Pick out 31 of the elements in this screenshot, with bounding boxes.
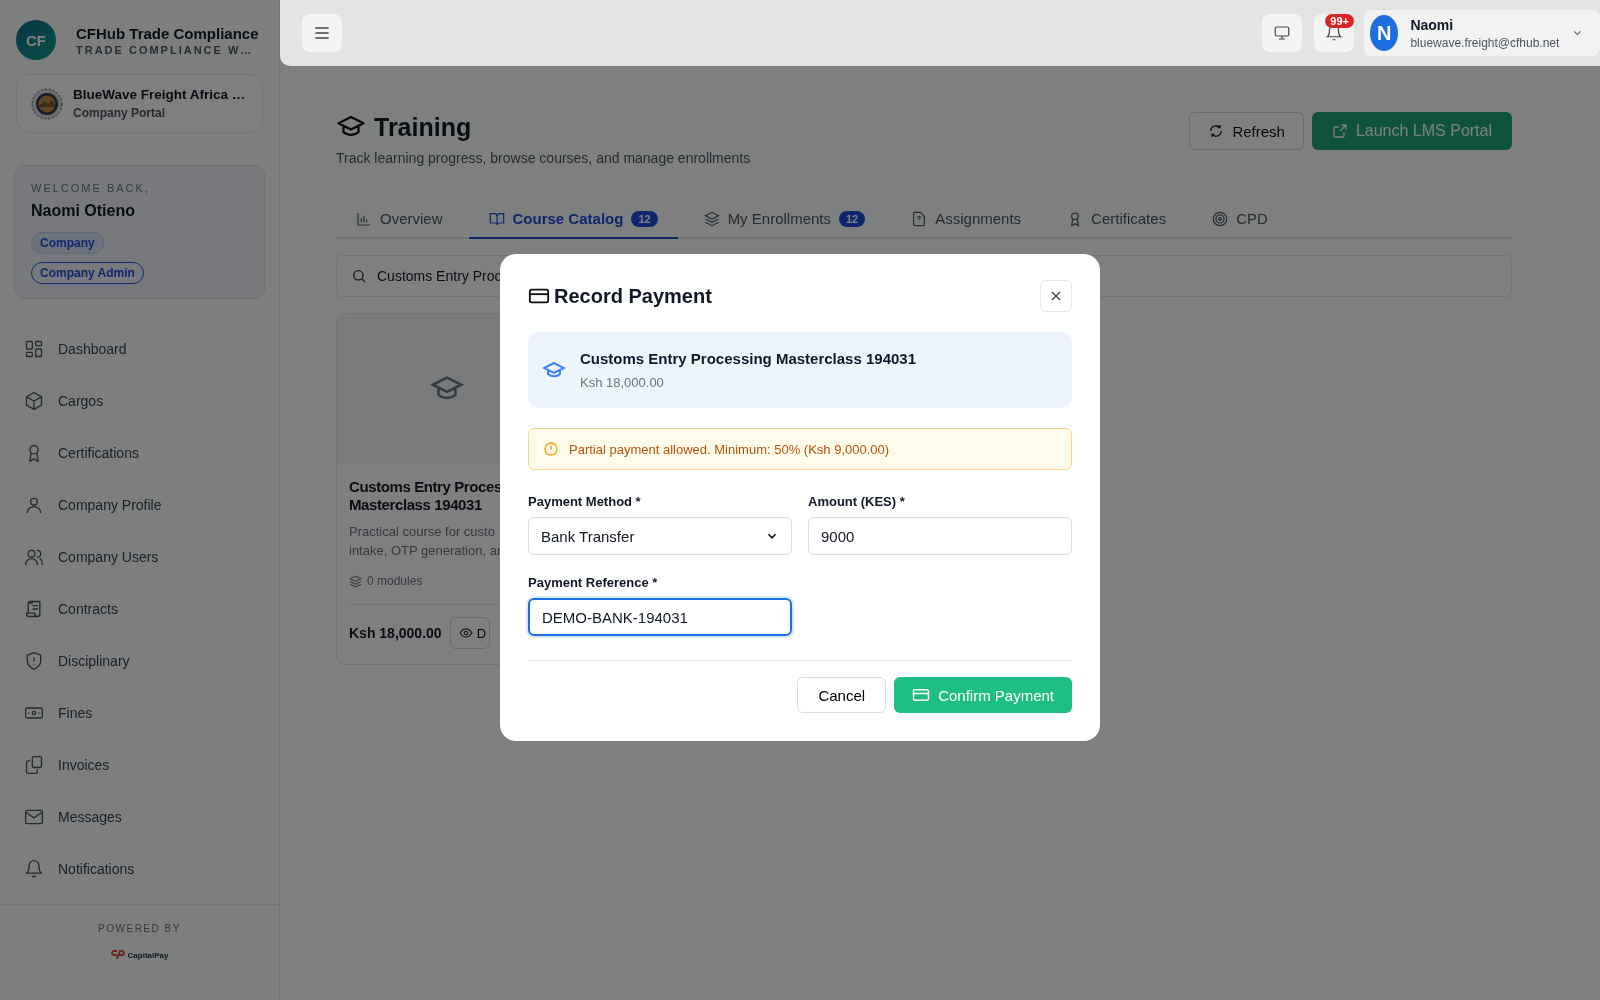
welcome-label: WELCOME BACK, [31,182,151,194]
module-count: 0 modules [367,574,423,588]
page-title: Training [374,112,472,142]
field-label: Payment Method * [528,494,642,509]
brand-subtitle: TRADE COMPLIANCE W… [76,43,255,56]
course-description: Practical course for custo [349,523,495,541]
user-email: bluewave.freight@cfhub.net [1410,35,1560,50]
count-badge: 12 [631,210,658,227]
role-badge: Company [31,232,104,254]
user-name: Naomi [1410,16,1455,33]
user-name: Naomi Otieno [31,202,136,220]
course-description: intake, OTP generation, ar [349,542,502,560]
brand-title: CFHub Trade Compliance [76,24,259,42]
course-title: Customs Entry Proces [349,478,502,496]
count-badge: 12 [839,210,866,227]
alert-text: Partial payment allowed. Minimum: 50% (Ksh 9,000.00) [569,441,890,457]
powered-by-label: POWERED BY [98,923,181,934]
course-price: Ksh 18,000.00 [580,375,665,390]
capitalpay-logo: CapitalPay [127,950,169,960]
notification-badge: 99+ [1325,14,1354,28]
dialog-title: Record Payment [554,284,712,308]
company-name: BlueWave Freight Africa … [73,87,246,102]
course-price: Ksh 18,000.00 [349,625,442,641]
company-role: Company Portal [73,106,166,120]
course-name: Customs Entry Processing Masterclass 194031 [580,350,916,367]
user-avatar: N [1370,15,1399,51]
field-label: Payment Reference * [528,575,659,590]
brand-logo: CF [16,20,56,60]
course-title: Masterclass 194031 [349,496,482,514]
page-subtitle: Track learning progress, browse courses, and manage enrollments [336,150,751,166]
field-label: Amount (KES) * [808,494,906,509]
